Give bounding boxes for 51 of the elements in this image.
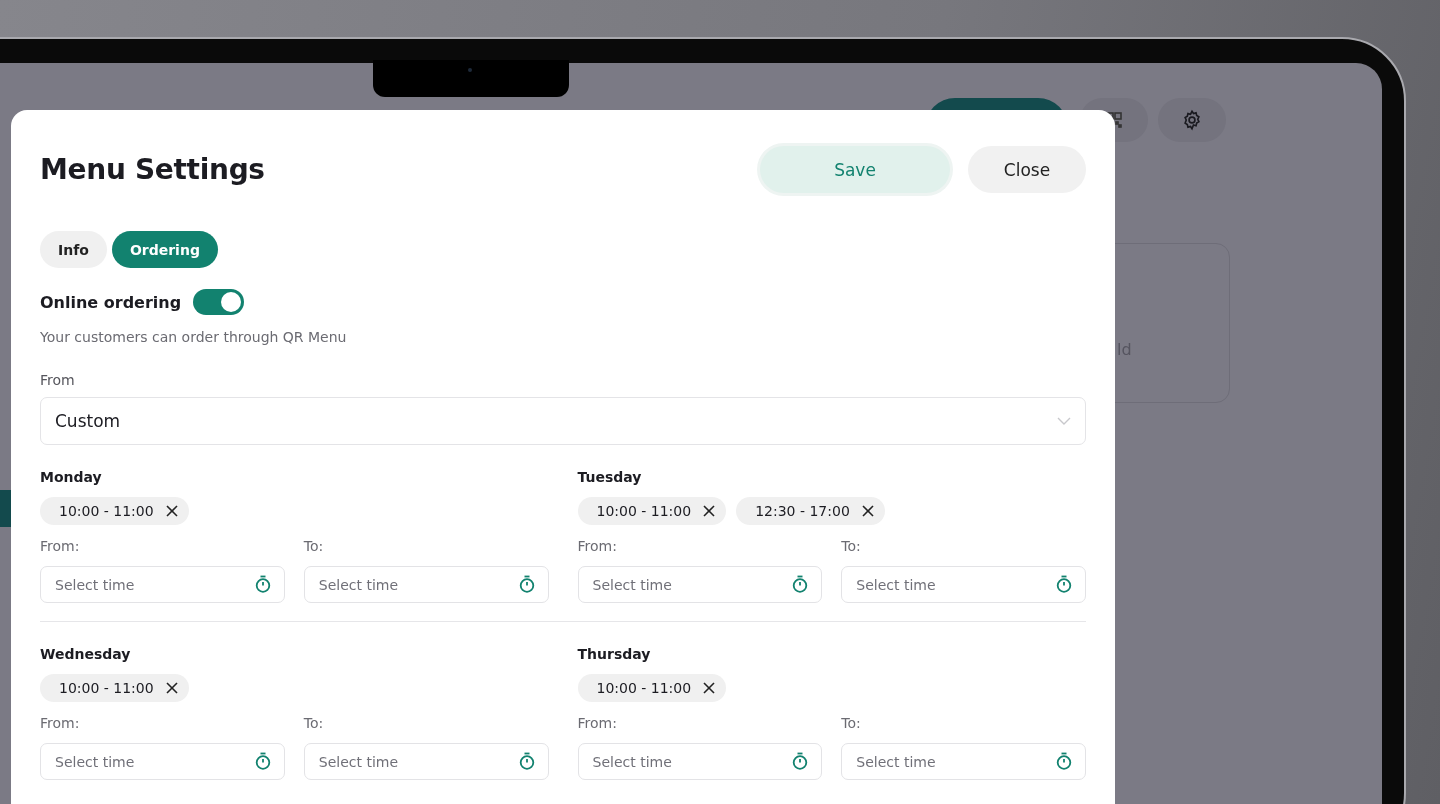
toggle-switch[interactable] [193,289,245,315]
stopwatch-icon [254,575,271,593]
time-input[interactable]: Select time [841,743,1086,780]
to-label: To: [303,538,325,554]
toggle-label: Online ordering [40,292,182,312]
time-input[interactable]: Select time [841,566,1086,603]
field-label: From [40,372,76,388]
schedule-dropdown[interactable]: Custom [40,397,1086,445]
save-button[interactable]: Save [760,146,950,193]
close-icon[interactable] [703,682,716,694]
stopwatch-icon [1056,575,1072,593]
close-icon[interactable] [165,682,178,694]
from-label: From: [577,715,618,731]
time-input[interactable]: Select time [303,566,549,603]
stopwatch-icon [792,752,809,770]
from-label: From: [40,538,81,554]
day-label: Thursday [577,646,652,662]
time-slot-text: 10:00 - 11:00 [59,680,154,696]
time-slot-text: 10:00 - 11:00 [596,680,692,696]
day-label: Wednesday [40,646,132,662]
chevron-down-icon [1057,417,1071,425]
stopwatch-icon [518,575,535,593]
tab[interactable]: Ordering [111,231,218,268]
time-input[interactable]: Select time [40,566,285,603]
time-input[interactable]: Select time [303,743,549,780]
from-label: From: [577,538,618,554]
stopwatch-icon [518,752,535,770]
to-label: To: [841,538,862,554]
settings-icon [1181,109,1203,131]
to-label: To: [841,715,862,731]
time-slot-text: 10:00 - 11:00 [596,503,692,519]
stopwatch-icon [1056,752,1072,770]
to-label: To: [303,715,325,731]
time-slot-text: 12:30 - 17:00 [755,503,850,519]
from-label: From: [40,715,81,731]
day-label: Monday [40,469,103,485]
stopwatch-icon [792,575,809,593]
time-slot-text: 10:00 - 11:00 [59,503,154,519]
description-text: Your customers can order through QR Menu [40,329,348,345]
time-input[interactable]: Select time [40,743,285,780]
tab[interactable]: Info [40,231,107,268]
close-icon[interactable] [165,505,178,517]
time-input[interactable]: Select time [577,743,823,780]
close-icon[interactable] [703,505,716,517]
stopwatch-icon [254,752,271,770]
dialog-title: Menu Settings [40,153,265,186]
close-icon[interactable] [861,505,874,517]
settings-button[interactable] [1158,98,1226,142]
time-input[interactable]: Select time [577,566,823,603]
close-button[interactable]: Close [968,146,1086,193]
day-label: Tuesday [577,469,643,485]
